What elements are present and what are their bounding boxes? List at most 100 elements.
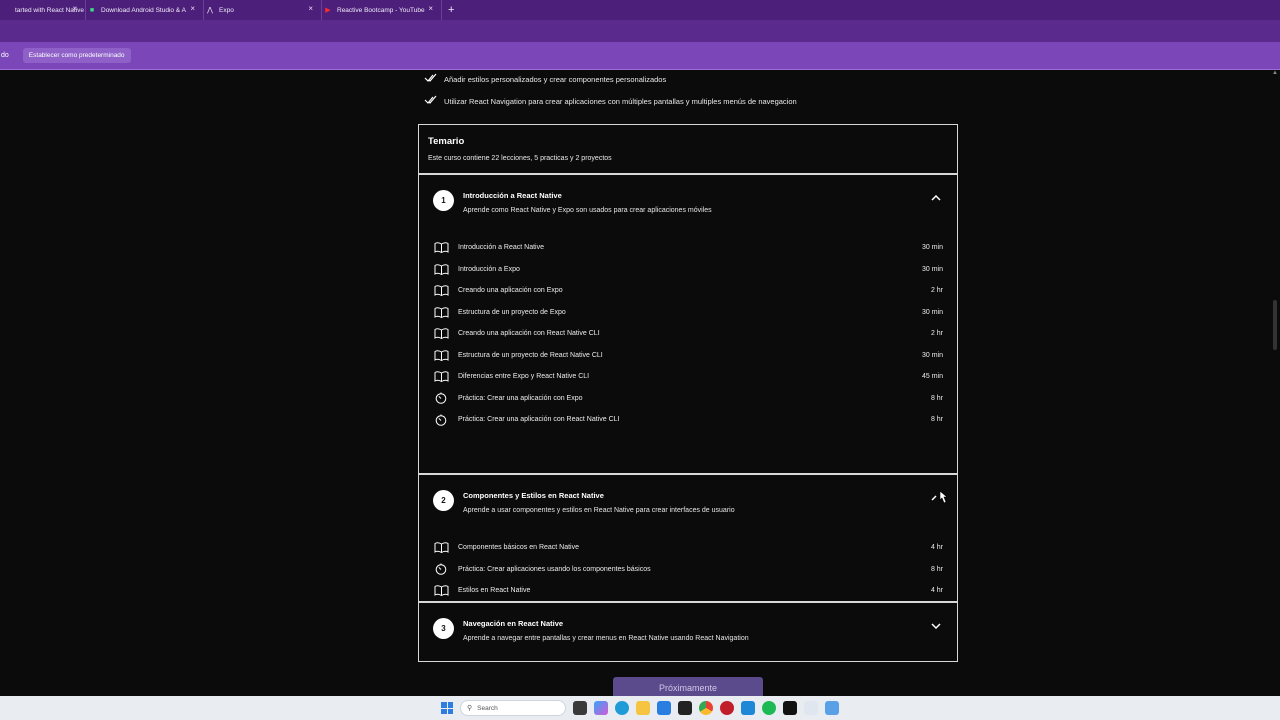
syllabus-title: Temario: [428, 136, 465, 147]
benefit-item: Utilizar React Navigation para crear apl…: [424, 95, 797, 108]
browser-tab[interactable]: tarted with React Native ×: [0, 0, 86, 20]
lesson-row[interactable]: Diferencias entre Expo y React Native CL…: [433, 366, 943, 388]
browser-tab[interactable]: ⋀ Expo ×: [204, 0, 322, 20]
youtube-icon: ▶: [325, 7, 331, 14]
benefit-text: Añadir estilos personalizados y crear co…: [444, 75, 667, 84]
timer-icon: [433, 563, 449, 576]
address-bar-area[interactable]: [0, 20, 1280, 42]
module-description: Aprende a usar componentes y estilos en …: [463, 507, 735, 514]
lesson-name: Introducción a React Native: [458, 244, 544, 252]
double-check-icon: [424, 73, 438, 86]
lesson-row[interactable]: Estilos en React Native 4 hr: [433, 580, 943, 601]
lesson-duration: 30 min: [921, 265, 943, 273]
lesson-name: Creando una aplicación con Expo: [458, 287, 563, 295]
app-icon[interactable]: [783, 701, 797, 715]
lesson-duration: 30 min: [921, 244, 943, 252]
spotify-icon[interactable]: [762, 701, 776, 715]
set-default-button[interactable]: Establecer como predeterminado: [22, 48, 131, 63]
lesson-name: Creando una aplicación con React Native …: [458, 330, 600, 338]
windows-start-icon[interactable]: [441, 702, 453, 714]
chevron-down-icon[interactable]: [929, 619, 943, 633]
double-check-icon: [424, 95, 438, 108]
lesson-row[interactable]: Introducción a Expo 30 min: [433, 259, 943, 281]
close-icon[interactable]: ×: [308, 4, 313, 13]
lesson-row[interactable]: Creando una aplicación con Expo 2 hr: [433, 280, 943, 302]
lesson-row[interactable]: Creando una aplicación con React Native …: [433, 323, 943, 345]
tab-label: Expo: [219, 6, 234, 14]
vscode-icon[interactable]: [741, 701, 755, 715]
tab-label: Reactive Bootcamp - YouTube: [337, 6, 425, 14]
module-title[interactable]: Introducción a React Native: [463, 191, 562, 200]
expo-icon: ⋀: [207, 7, 213, 14]
search-icon: ⚲: [467, 705, 473, 712]
coming-soon-button[interactable]: Próximamente: [613, 677, 763, 696]
lesson-row[interactable]: Práctica: Crear una aplicación con Expo 8…: [433, 388, 943, 410]
lesson-name: Estructura de un proyecto de Expo: [458, 308, 566, 316]
lesson-row[interactable]: Práctica: Crear aplicaciones usando los …: [433, 559, 943, 581]
browser-tab[interactable]: ■ Download Android Studio & A ×: [86, 0, 204, 20]
react-icon: [2, 6, 10, 14]
folder-icon[interactable]: [636, 701, 650, 715]
module-card-1: 1 Introducción a React Native Aprende co…: [418, 174, 958, 474]
scrollbar-thumb[interactable]: [1273, 300, 1277, 350]
search-placeholder: Search: [477, 704, 498, 712]
page-scrollbar[interactable]: ▲: [1270, 70, 1280, 695]
tab-label: Download Android Studio & A: [101, 6, 186, 14]
terminal-icon[interactable]: [678, 701, 692, 715]
lesson-row[interactable]: Estructura de un proyecto de React Nativ…: [433, 345, 943, 367]
module-number: 3: [433, 618, 454, 639]
edge-icon[interactable]: [615, 701, 629, 715]
book-icon: [433, 585, 449, 597]
file-explorer-icon[interactable]: [573, 701, 587, 715]
browser-tab[interactable]: ▶ Reactive Bootcamp - YouTube ×: [322, 0, 442, 20]
mouse-pointer-icon: [939, 490, 948, 504]
benefit-item: Añadir estilos personalizados y crear co…: [424, 73, 666, 86]
copilot-icon[interactable]: [594, 701, 608, 715]
module-description: Aprende como React Native y Expo son usa…: [463, 207, 712, 214]
module-card-2: 2 Componentes y Estilos en React Native …: [418, 474, 958, 602]
recorder-icon[interactable]: [720, 701, 734, 715]
browser-tab-bar: tarted with React Native × ■ Download An…: [0, 0, 1280, 20]
taskbar-search[interactable]: ⚲ Search: [460, 700, 566, 716]
timer-icon: [433, 392, 449, 405]
notes-icon[interactable]: [825, 701, 839, 715]
module-title[interactable]: Navegación en React Native: [463, 619, 563, 628]
benefit-text: Utilizar React Navigation para crear apl…: [444, 97, 797, 106]
lesson-name: Práctica: Crear una aplicación con Expo: [458, 394, 583, 402]
windows-taskbar: ⚲ Search: [0, 696, 1280, 720]
lesson-duration: 30 min: [921, 308, 943, 316]
close-icon[interactable]: ×: [72, 4, 77, 13]
default-browser-infobar: do Establecer como predeterminado: [0, 42, 1280, 70]
lesson-duration: 2 hr: [930, 287, 943, 295]
chrome-icon[interactable]: [699, 701, 713, 715]
scroll-up-icon[interactable]: ▲: [1272, 70, 1278, 76]
book-icon: [433, 328, 449, 340]
lesson-row[interactable]: Estructura de un proyecto de Expo 30 min: [433, 302, 943, 324]
module-title[interactable]: Componentes y Estilos en React Native: [463, 491, 604, 500]
book-icon: [433, 242, 449, 254]
lesson-name: Introducción a Expo: [458, 265, 520, 273]
store-icon[interactable]: [657, 701, 671, 715]
lesson-row[interactable]: Introducción a React Native 30 min: [433, 237, 943, 259]
lesson-row[interactable]: Componentes básicos en React Native 4 hr: [433, 537, 943, 559]
module-card-3: 3 Navegación en React Native Aprende a n…: [418, 602, 958, 662]
lesson-duration: 4 hr: [930, 587, 943, 595]
close-icon[interactable]: ×: [428, 4, 433, 13]
lesson-duration: 45 min: [921, 373, 943, 381]
syllabus-header: Temario Este curso contiene 22 lecciones…: [418, 124, 958, 174]
new-tab-button[interactable]: +: [448, 4, 454, 16]
book-icon: [433, 306, 449, 318]
book-icon: [433, 263, 449, 275]
lesson-duration: 8 hr: [930, 394, 943, 402]
close-icon[interactable]: ×: [190, 4, 195, 13]
lesson-duration: 2 hr: [930, 330, 943, 338]
chevron-up-icon[interactable]: [929, 191, 943, 205]
book-icon: [433, 371, 449, 383]
lesson-row[interactable]: Práctica: Crear una aplicación con React…: [433, 409, 943, 431]
font-app-icon[interactable]: [804, 701, 818, 715]
lesson-name: Práctica: Crear una aplicación con React…: [458, 416, 620, 424]
lesson-name: Estilos en React Native: [458, 587, 531, 595]
module-number: 2: [433, 490, 454, 511]
lesson-name: Práctica: Crear aplicaciones usando los …: [458, 565, 651, 573]
course-page: Añadir estilos personalizados y crear co…: [0, 70, 1270, 696]
